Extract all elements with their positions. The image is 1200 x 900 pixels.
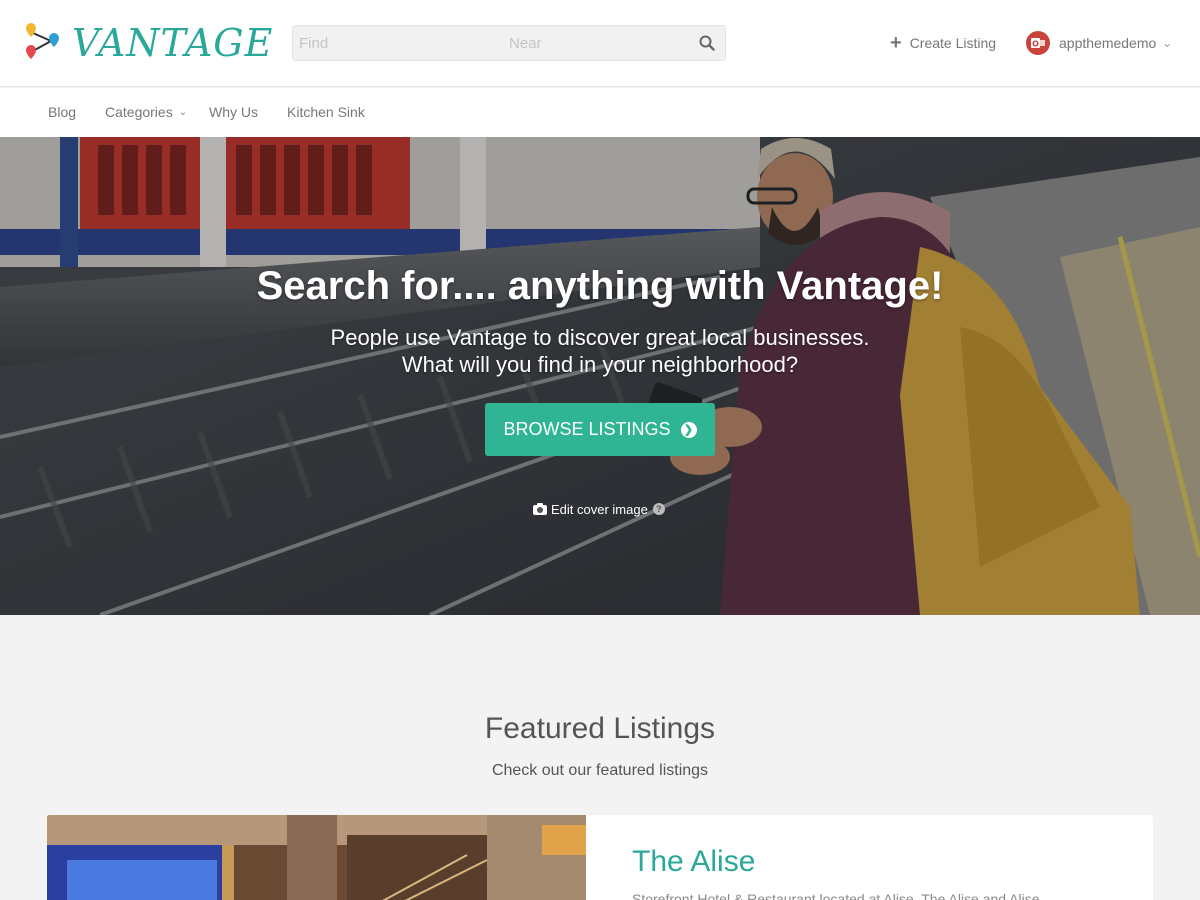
brand-logo[interactable]: VANTAGE — [24, 18, 273, 68]
arrow-right-circle-icon: ❯ — [680, 421, 697, 438]
listing-card[interactable]: The Alise Storefront Hotel & Restaurant … — [47, 815, 1153, 900]
hero-subtitle: People use Vantage to discover great loc… — [0, 324, 1200, 378]
help-icon[interactable]: ? — [652, 503, 665, 515]
hero-title: Search for.... anything with Vantage! — [256, 264, 944, 308]
near-input[interactable] — [509, 26, 679, 60]
avatar: O — [1026, 31, 1050, 55]
featured-listings-title: Featured Listings — [484, 712, 716, 745]
search-bar — [292, 25, 726, 61]
nav-item-label: Kitchen Sink — [287, 104, 365, 120]
listing-image[interactable] — [47, 815, 586, 900]
user-menu[interactable]: O appthemedemo ⌄ — [1026, 31, 1172, 55]
nav-item-label: Why Us — [209, 104, 258, 120]
find-input[interactable] — [299, 26, 499, 60]
hero-subtitle-line: What will you find in your neighborhood? — [401, 352, 799, 377]
listing-description: Storefront Hotel & Restaurant located at… — [632, 891, 1040, 900]
create-listing-label: Create Listing — [909, 35, 997, 51]
nav-item-why-us[interactable]: Why Us — [209, 104, 258, 120]
nav-item-label: Blog — [48, 104, 77, 120]
main-nav: Blog Categories ⌄ Why Us Kitchen Sink — [0, 88, 1200, 137]
hero-section: Search for.... anything with Vantage! Pe… — [0, 137, 1200, 615]
username: appthemedemo — [1059, 35, 1157, 51]
hero-subtitle-line: People use Vantage to discover great loc… — [330, 325, 870, 350]
listing-photo — [47, 815, 586, 900]
nav-item-blog[interactable]: Blog — [48, 104, 76, 120]
create-listing-link[interactable]: + Create Listing — [890, 33, 996, 53]
camera-icon — [533, 503, 547, 515]
listing-title[interactable]: The Alise — [632, 845, 755, 879]
search-button[interactable] — [697, 33, 717, 53]
chevron-down-icon: ⌄ — [1162, 36, 1173, 50]
edit-cover-image-label: Edit cover image — [551, 501, 648, 517]
browse-listings-label: BROWSE LISTINGS — [503, 419, 671, 439]
plus-icon: + — [890, 32, 902, 54]
logo-pins-icon — [26, 23, 59, 59]
featured-listings-subtitle: Check out our featured listings — [491, 762, 709, 779]
svg-text:O: O — [1032, 40, 1039, 49]
nav-item-kitchen-sink[interactable]: Kitchen Sink — [287, 104, 365, 120]
edit-cover-image-link[interactable]: Edit cover image ? — [533, 500, 665, 518]
avatar-logo-icon: O — [1031, 38, 1045, 49]
nav-item-label: Categories — [105, 104, 173, 120]
browse-listings-button[interactable]: BROWSE LISTINGS ❯ — [485, 403, 715, 456]
brand-name: VANTAGE — [72, 21, 274, 65]
search-icon — [699, 35, 715, 51]
nav-item-categories[interactable]: Categories ⌄ — [105, 104, 187, 120]
chevron-down-icon: ⌄ — [178, 106, 188, 118]
site-header: VANTAGE + Create Listing O appthemedemo … — [0, 0, 1200, 87]
